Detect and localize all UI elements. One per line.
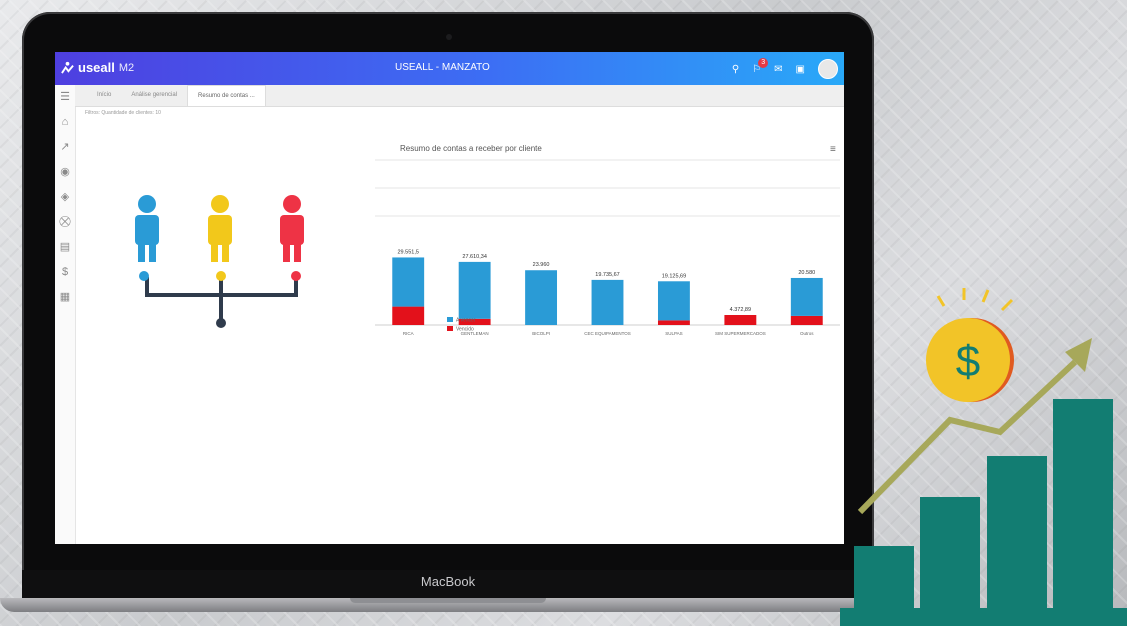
- bar-a-vencer[interactable]: [591, 279, 624, 325]
- coin-icon: $: [926, 318, 1014, 402]
- x-tick-label: SULPAS: [665, 331, 682, 336]
- x-tick-label: SIM SUPERMERCADOS: [715, 331, 766, 336]
- chart-menu-icon[interactable]: ≡: [830, 144, 836, 155]
- connector-lines: [145, 277, 298, 322]
- webcam: [446, 34, 452, 40]
- bar-vencido[interactable]: [724, 315, 757, 325]
- person-blue: [135, 195, 159, 262]
- x-tick-label: CEC EQUIPAMENTOS: [584, 331, 631, 336]
- legend-swatch[interactable]: [447, 317, 453, 322]
- logo-text: useall: [78, 60, 115, 75]
- tab-inicio[interactable]: Início: [87, 85, 121, 106]
- chart-title: Resumo de contas a receber por cliente: [400, 144, 542, 153]
- bar-chart: 29.551,5RICA27.610,34GENTLEMAN23.960BICO…: [375, 159, 840, 336]
- data-label: 4.372,89: [730, 307, 751, 313]
- mail-icon[interactable]: ✉: [774, 64, 782, 75]
- bar-a-vencer[interactable]: [525, 270, 558, 325]
- data-label: 29.551,5: [398, 249, 419, 255]
- data-label: 23.960: [533, 262, 550, 268]
- bar-vencido[interactable]: [392, 306, 425, 325]
- x-tick-label: RICA: [403, 331, 414, 336]
- x-tick-label: BICOLPI: [532, 331, 550, 336]
- person-red: [280, 195, 304, 262]
- bar-a-vencer[interactable]: [790, 277, 823, 316]
- person-yellow: [208, 195, 232, 262]
- x-tick-label: Outros: [800, 331, 814, 336]
- bars-decoration: [840, 399, 1127, 626]
- node-red: [291, 271, 301, 281]
- app-screen: useall M2 USEALL - MANZATO ⚲ ⚐ 3 ✉ ▣ ☰ ⌂…: [55, 52, 844, 544]
- legend-label[interactable]: A vencer: [456, 318, 476, 324]
- bar-vencido[interactable]: [657, 320, 690, 325]
- bar-vencido[interactable]: [790, 315, 823, 325]
- app-logo[interactable]: useall M2: [61, 60, 134, 75]
- node-root: [216, 318, 226, 328]
- boxes-icon[interactable]: ◈: [55, 185, 75, 210]
- node-blue: [139, 271, 149, 281]
- topbar-actions: ⚲ ⚐ 3 ✉ ▣: [732, 57, 838, 79]
- filter-text[interactable]: Filtros: Quantidade de clientes: 10: [85, 110, 161, 116]
- chart-line-icon[interactable]: ↗: [55, 135, 75, 160]
- node-yellow: [216, 271, 226, 281]
- notifications-icon[interactable]: ⚐ 3: [752, 57, 769, 75]
- app-topbar: useall M2 USEALL - MANZATO ⚲ ⚐ 3 ✉ ▣: [55, 52, 844, 85]
- tab-bar: Início Análise gerencial Resumo de conta…: [75, 85, 844, 107]
- bar-a-vencer[interactable]: [657, 281, 690, 321]
- people-network-graphic: [135, 195, 304, 328]
- user-avatar[interactable]: [818, 59, 838, 79]
- data-label: 19.125,69: [662, 273, 686, 279]
- sidebar: ☰ ⌂ ↗ ◉ ◈ ⛒ ▤ $ ▦: [55, 85, 76, 544]
- calculator-icon[interactable]: ▦: [55, 285, 75, 310]
- basket-icon[interactable]: ◉: [55, 160, 75, 185]
- bar-a-vencer[interactable]: [458, 261, 491, 319]
- cart-icon[interactable]: ⛒: [55, 210, 75, 235]
- growth-decoration: $: [840, 288, 1127, 626]
- laptop-notch: [350, 598, 546, 603]
- coin-symbol: $: [956, 337, 980, 386]
- logo-icon: [61, 61, 74, 74]
- legend-swatch[interactable]: [447, 326, 453, 331]
- logo-subtext: M2: [118, 61, 135, 74]
- search-icon[interactable]: ⚲: [732, 64, 739, 75]
- tab-analise-gerencial[interactable]: Análise gerencial: [121, 85, 187, 106]
- dollar-icon[interactable]: $: [55, 260, 75, 285]
- data-label: 19.735,67: [595, 272, 619, 278]
- tab-resumo-de-contas[interactable]: Resumo de contas ...: [187, 85, 266, 106]
- laptop-brand-label: MacBook: [420, 574, 476, 589]
- card-icon[interactable]: ▤: [55, 235, 75, 260]
- legend-label[interactable]: Vencido: [456, 327, 474, 333]
- bar-a-vencer[interactable]: [392, 257, 425, 307]
- home-icon[interactable]: ⌂: [55, 110, 75, 135]
- data-label: 27.610,34: [462, 254, 486, 260]
- chat-icon[interactable]: ▣: [796, 64, 805, 75]
- coin-shine: [936, 288, 1014, 312]
- menu-icon[interactable]: ☰: [55, 85, 75, 110]
- notification-badge: 3: [758, 57, 769, 68]
- data-label: 20.580: [798, 270, 815, 276]
- app-title: USEALL - MANZATO: [395, 62, 490, 73]
